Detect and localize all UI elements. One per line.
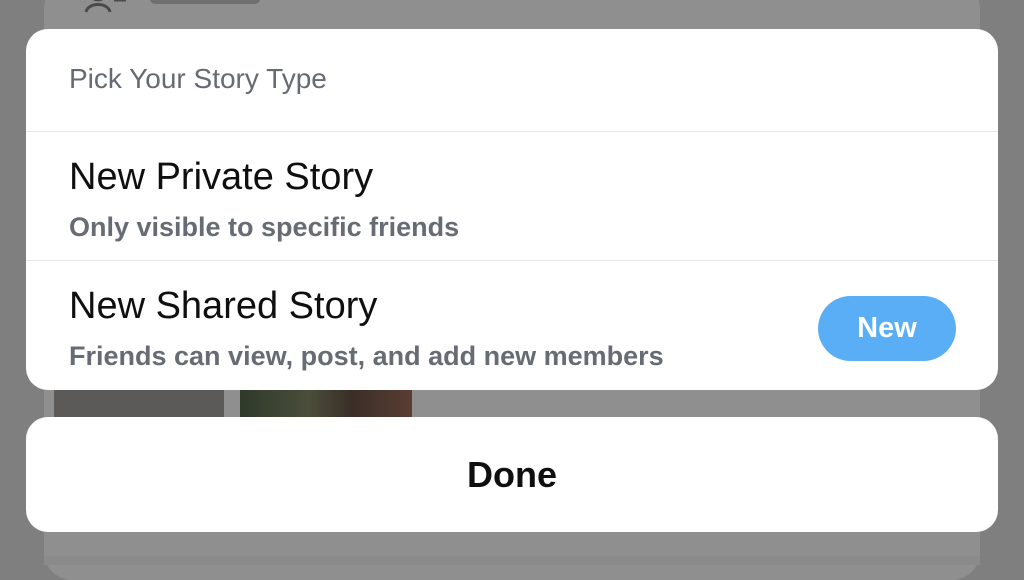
- background-story-thumbnail: [54, 386, 224, 420]
- option-subtitle: Friends can view, post, and add new memb…: [69, 341, 664, 371]
- sheet-title: Pick Your Story Type: [69, 63, 327, 94]
- option-subtitle: Only visible to specific friends: [69, 212, 460, 242]
- option-title: New Shared Story: [69, 285, 378, 327]
- sheet-header: Pick Your Story Type: [26, 29, 998, 132]
- new-badge: New: [818, 296, 956, 361]
- add-friend-icon: [84, 0, 128, 14]
- new-private-story-option[interactable]: New Private Story Only visible to specif…: [26, 132, 998, 261]
- new-shared-story-option[interactable]: New Shared Story Friends can view, post,…: [26, 261, 998, 390]
- background-divider: [44, 556, 980, 565]
- done-button[interactable]: Done: [26, 417, 998, 532]
- story-type-action-sheet: Pick Your Story Type New Private Story O…: [26, 29, 998, 390]
- background-story-thumbnail: [240, 386, 412, 420]
- background-row-text: [150, 0, 260, 4]
- option-title: New Private Story: [69, 156, 374, 198]
